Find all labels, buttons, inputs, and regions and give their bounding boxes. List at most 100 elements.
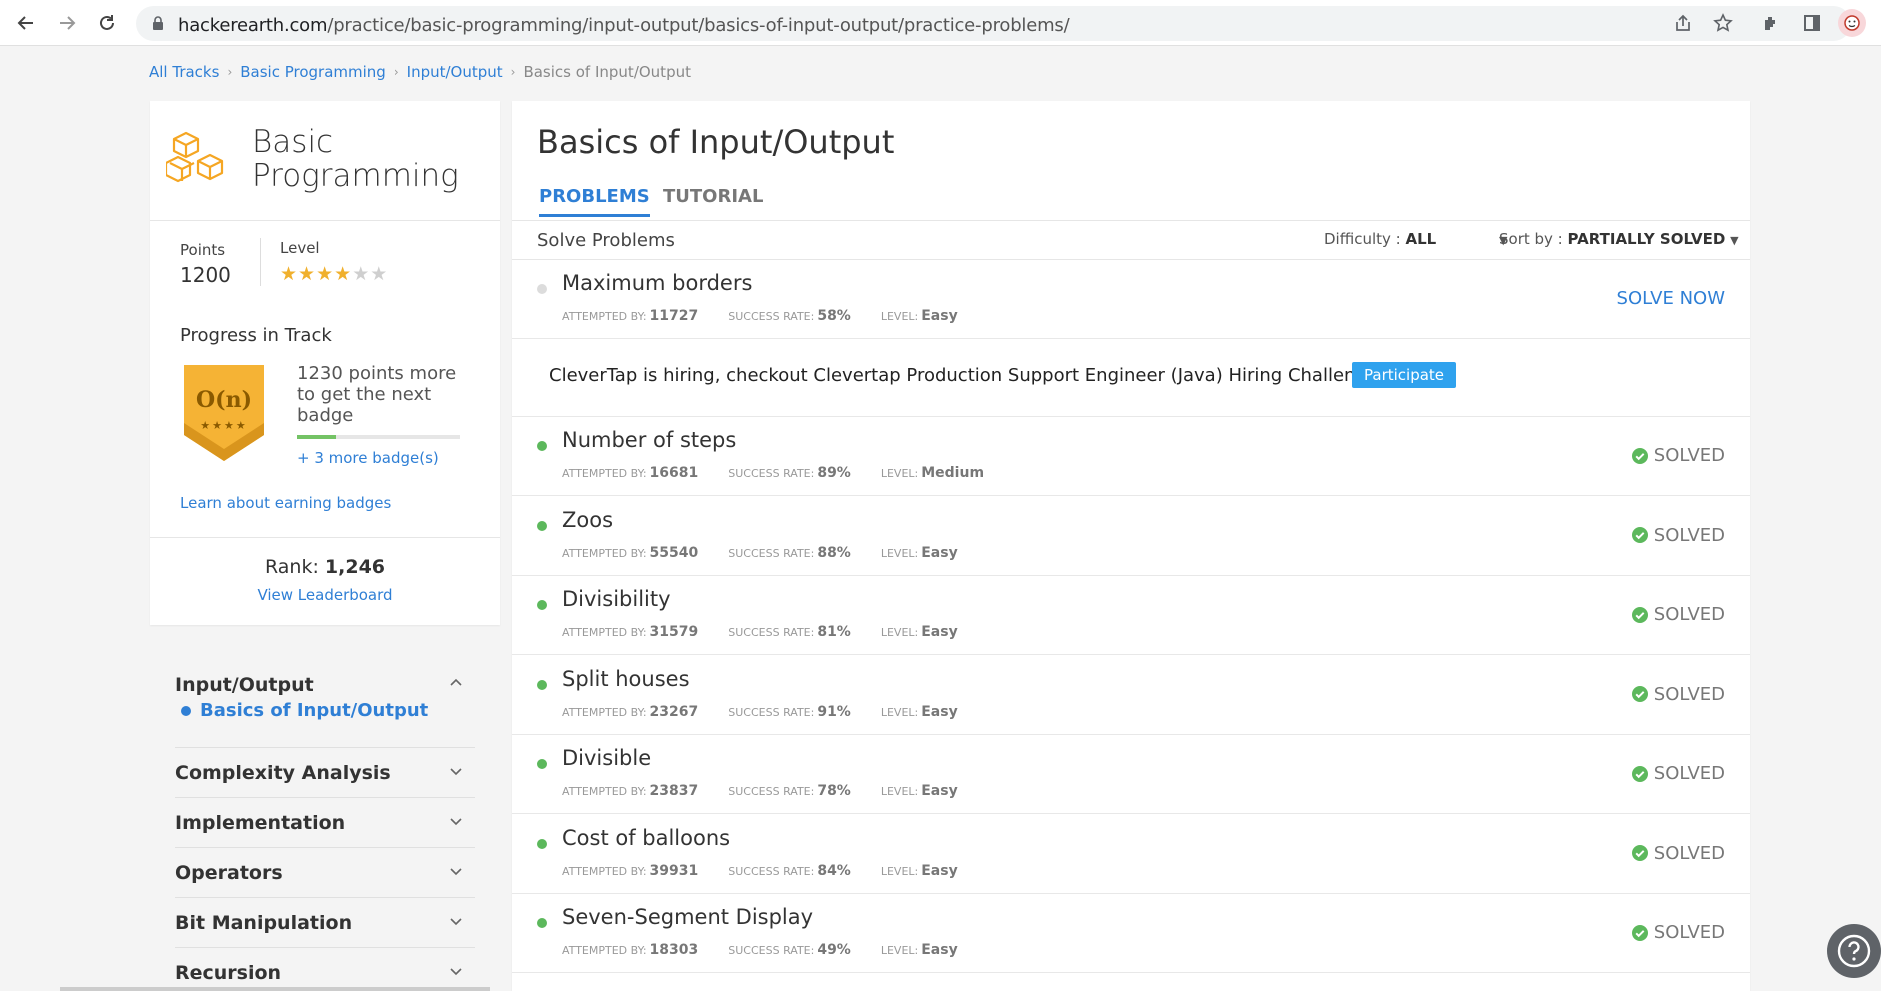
solved-status: SOLVED (1631, 445, 1725, 466)
star-filled-icon: ★ (280, 264, 299, 285)
problem-meta: ATTEMPTED BY: 23267 SUCCESS RATE: 91% LEVE… (562, 704, 958, 720)
problem-row[interactable]: Split houses ATTEMPTED BY: 23267 SUCCESS … (512, 656, 1750, 735)
problem-meta: ATTEMPTED BY: 18303 SUCCESS RATE: 49% LEVE… (562, 942, 958, 958)
badge-progress-text: 1230 points more to get the next badge (297, 363, 457, 426)
horizontal-scrollbar[interactable] (60, 987, 490, 991)
nav-sub-item-basics-io[interactable]: Basics of Input/Output (181, 700, 428, 721)
solved-status: SOLVED (1631, 604, 1725, 625)
chevron-down-icon[interactable] (449, 914, 463, 928)
attempted-by: ATTEMPTED BY: 18303 (562, 942, 699, 958)
problem-name[interactable]: Maximum borders (562, 271, 752, 295)
extensions-icon[interactable] (1760, 11, 1784, 35)
attempted-by: ATTEMPTED BY: 55540 (562, 544, 699, 561)
question-icon (1837, 934, 1871, 968)
breadcrumb-separator-icon: › (393, 65, 399, 79)
lock-icon (153, 16, 163, 30)
problem-level: LEVEL: Easy (880, 942, 958, 958)
cubes-logo-icon (166, 131, 224, 183)
breadcrumb-all-tracks[interactable]: All Tracks (149, 63, 219, 81)
success-rate: SUCCESS RATE: 81% (728, 624, 851, 640)
level-stars: ★★★★★★ (280, 263, 388, 286)
problem-name[interactable]: Divisible (562, 746, 651, 770)
check-circle-icon (1631, 447, 1648, 464)
solved-status: SOLVED (1631, 525, 1725, 546)
problem-row[interactable]: Zoos ATTEMPTED BY: 55540 SUCCESS RATE: 88%… (512, 497, 1750, 576)
forward-icon[interactable] (55, 11, 79, 35)
points-label: Points (180, 241, 226, 259)
help-button[interactable] (1827, 924, 1881, 978)
chevron-down-icon[interactable] (449, 814, 463, 828)
chevron-down-icon[interactable] (449, 964, 463, 978)
breadcrumb: All Tracks › Basic Programming › Input/O… (149, 63, 691, 81)
problem-name[interactable]: Zoos (562, 508, 613, 532)
status-dot-icon (537, 600, 547, 610)
complexity-badge-icon: O(n) ★★★★ (184, 365, 264, 461)
difficulty-select[interactable]: Difficulty : ALL ▼ (1324, 230, 1508, 248)
nav-section-label: Implementation (175, 812, 346, 834)
problem-level: LEVEL: Easy (880, 703, 958, 720)
attempted-by: ATTEMPTED BY: 31579 (562, 624, 699, 640)
reload-icon[interactable] (95, 11, 119, 35)
problem-name[interactable]: Seven-Segment Display (562, 905, 813, 929)
problem-row[interactable]: Maximum borders ATTEMPTED BY: 11727 SUCCE… (512, 260, 1750, 339)
problem-row[interactable]: Number of steps ATTEMPTED BY: 16681 SUCCE… (512, 417, 1750, 496)
sort-select[interactable]: Sort by : PARTIALLY SOLVED ▼ (1499, 230, 1739, 248)
chevron-up-icon[interactable] (449, 676, 463, 690)
chevron-down-icon[interactable] (449, 864, 463, 878)
nav-section-input-output[interactable]: Input/Output Basics of Input/Output (175, 660, 475, 748)
nav-section-bit-manipulation[interactable]: Bit Manipulation (175, 898, 475, 948)
track-title: Basic Programming (252, 124, 459, 194)
tab-tutorial[interactable]: TUTORIAL (663, 186, 763, 207)
share-icon[interactable] (1671, 11, 1695, 35)
page-title: Basics of Input/Output (537, 123, 895, 161)
profile-avatar-icon[interactable] (1838, 9, 1866, 37)
hiring-promo: CleverTap is hiring, checkout Clevertap … (512, 338, 1750, 417)
nav-section-complexity-analysis[interactable]: Complexity Analysis (175, 748, 475, 798)
star-empty-icon: ★ (352, 264, 371, 285)
problem-row[interactable]: Divisible ATTEMPTED BY: 23837 SUCCESS RAT… (512, 735, 1750, 814)
success-rate: SUCCESS RATE: 89% (728, 465, 851, 481)
participate-button[interactable]: Participate (1352, 362, 1457, 388)
breadcrumb-separator-icon: › (227, 65, 233, 79)
caret-down-icon: ▼ (1730, 234, 1739, 247)
bullet-dot-icon (181, 705, 191, 716)
breadcrumb-basic-programming[interactable]: Basic Programming (240, 63, 386, 81)
problems-panel: Basics of Input/Output PROBLEMS TUTORIAL… (512, 101, 1750, 991)
problem-level: LEVEL: Easy (880, 544, 958, 561)
solve-now-link[interactable]: SOLVE NOW (1617, 288, 1725, 309)
problem-name[interactable]: Number of steps (562, 428, 736, 452)
breadcrumb-separator-icon: › (510, 65, 516, 79)
problem-level: LEVEL: Medium (880, 465, 985, 481)
problem-name[interactable]: Split houses (562, 667, 690, 691)
stat-divider (260, 238, 261, 286)
problem-row[interactable]: Cost of balloons ATTEMPTED BY: 39931 SUCC… (512, 815, 1750, 894)
learn-badges-link[interactable]: Learn about earning badges (180, 494, 391, 512)
problem-name[interactable]: Cost of balloons (562, 826, 730, 850)
check-circle-icon (1631, 765, 1648, 782)
bookmark-star-icon[interactable] (1711, 11, 1735, 35)
solve-problems-label: Solve Problems (537, 230, 675, 251)
success-rate: SUCCESS RATE: 78% (728, 783, 851, 799)
view-leaderboard-link[interactable]: View Leaderboard (150, 586, 500, 604)
status-dot-icon (537, 679, 547, 690)
problem-meta: ATTEMPTED BY: 23837 SUCCESS RATE: 78% LEVE… (562, 783, 958, 799)
attempted-by: ATTEMPTED BY: 39931 (562, 862, 699, 879)
chevron-down-icon[interactable] (449, 764, 463, 778)
badge-progress-fill (297, 435, 337, 439)
nav-section-implementation[interactable]: Implementation (175, 798, 475, 848)
address-bar[interactable]: hackerearth.com/practice/basic-programmi… (136, 6, 1851, 41)
more-badges-link[interactable]: + 3 more badge(s) (297, 449, 439, 467)
problem-name[interactable]: Divisibility (562, 587, 671, 611)
nav-section-operators[interactable]: Operators (175, 848, 475, 898)
problem-row[interactable]: Seven-Segment Display ATTEMPTED BY: 18303… (512, 894, 1750, 973)
attempted-by: ATTEMPTED BY: 16681 (562, 465, 699, 481)
nav-section-recursion[interactable]: Recursion (175, 948, 475, 991)
success-rate: SUCCESS RATE: 49% (728, 942, 851, 958)
breadcrumb-input-output[interactable]: Input/Output (407, 63, 503, 81)
side-panel-icon[interactable] (1800, 11, 1824, 35)
badge-progress-bar (297, 435, 460, 439)
problem-row[interactable]: Divisibility ATTEMPTED BY: 31579 SUCCESS … (512, 576, 1750, 655)
back-icon[interactable] (14, 11, 38, 35)
problem-level: LEVEL: Easy (880, 624, 958, 640)
tab-problems[interactable]: PROBLEMS (539, 186, 650, 217)
